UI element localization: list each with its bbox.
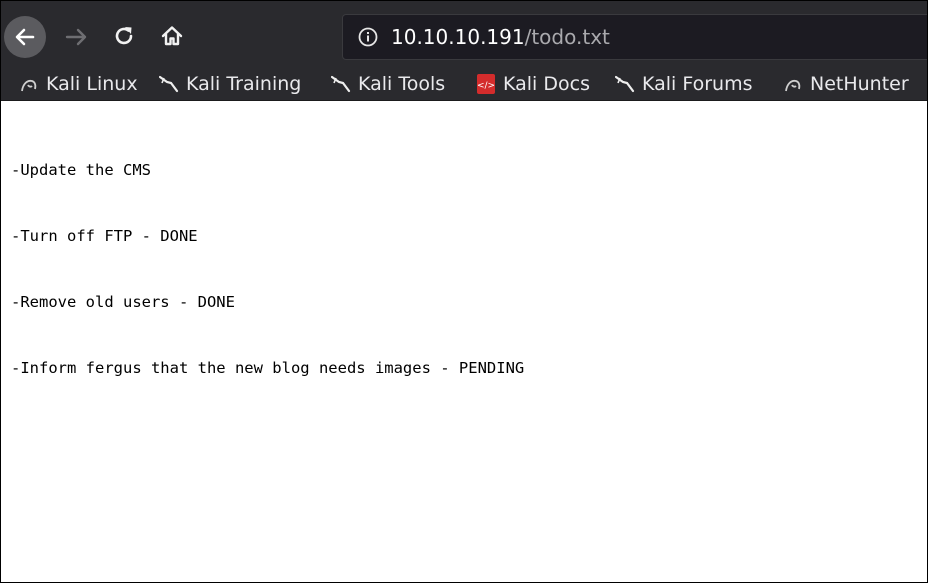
todo-line: -Remove old users - DONE bbox=[11, 293, 235, 311]
back-button[interactable] bbox=[4, 16, 46, 58]
arrow-right-icon bbox=[65, 28, 87, 46]
url-text[interactable]: 10.10.10.191/todo.txt bbox=[391, 24, 610, 50]
bookmark-kali-tools[interactable]: Kali Tools bbox=[331, 68, 445, 100]
bookmark-nethunter[interactable]: NetHunter bbox=[783, 68, 909, 100]
todo-text: -Update the CMS -Turn off FTP - DONE -Re… bbox=[11, 115, 524, 423]
bookmark-label: Kali Forums bbox=[642, 73, 753, 95]
bookmark-label: NetHunter bbox=[810, 73, 909, 95]
url-host: 10.10.10.191 bbox=[391, 25, 525, 49]
todo-line: -Turn off FTP - DONE bbox=[11, 227, 198, 245]
info-icon[interactable] bbox=[357, 26, 379, 48]
bookmark-label: Kali Training bbox=[186, 73, 302, 95]
reload-button[interactable] bbox=[109, 21, 139, 51]
docs-icon: </> bbox=[476, 74, 496, 94]
page-content: -Update the CMS -Turn off FTP - DONE -Re… bbox=[1, 101, 927, 582]
bookmark-kali-forums[interactable]: Kali Forums bbox=[615, 68, 753, 100]
bookmark-label: Kali Linux bbox=[46, 73, 138, 95]
url-path: /todo.txt bbox=[524, 25, 610, 49]
address-bar[interactable]: 10.10.10.191/todo.txt bbox=[342, 14, 927, 60]
bookmark-label: Kali Tools bbox=[358, 73, 446, 95]
todo-line: -Inform fergus that the new blog needs i… bbox=[11, 359, 525, 377]
kali-dragon-icon bbox=[331, 74, 351, 94]
bookmarks-toolbar: Kali Linux Kali Training Kali Tools </> … bbox=[1, 68, 927, 101]
todo-line: -Update the CMS bbox=[11, 161, 151, 179]
kali-dragon-icon bbox=[615, 74, 635, 94]
arrow-left-icon bbox=[15, 28, 35, 46]
svg-text:</>: </> bbox=[477, 81, 495, 91]
bookmark-kali-training[interactable]: Kali Training bbox=[159, 68, 301, 100]
nethunter-icon bbox=[783, 74, 803, 94]
forward-button[interactable] bbox=[61, 23, 93, 51]
bookmark-kali-linux[interactable]: Kali Linux bbox=[19, 68, 138, 100]
home-icon bbox=[161, 26, 183, 46]
reload-icon bbox=[115, 27, 133, 45]
bookmark-label: Kali Docs bbox=[503, 73, 590, 95]
navigation-toolbar: 10.10.10.191/todo.txt bbox=[1, 1, 927, 68]
kali-dragon-icon bbox=[19, 74, 39, 94]
kali-dragon-icon bbox=[159, 74, 179, 94]
home-button[interactable] bbox=[157, 21, 187, 51]
browser-window: 10.10.10.191/todo.txt Kali Linux Kali Tr… bbox=[0, 0, 928, 583]
bookmark-kali-docs[interactable]: </> Kali Docs bbox=[476, 68, 590, 100]
